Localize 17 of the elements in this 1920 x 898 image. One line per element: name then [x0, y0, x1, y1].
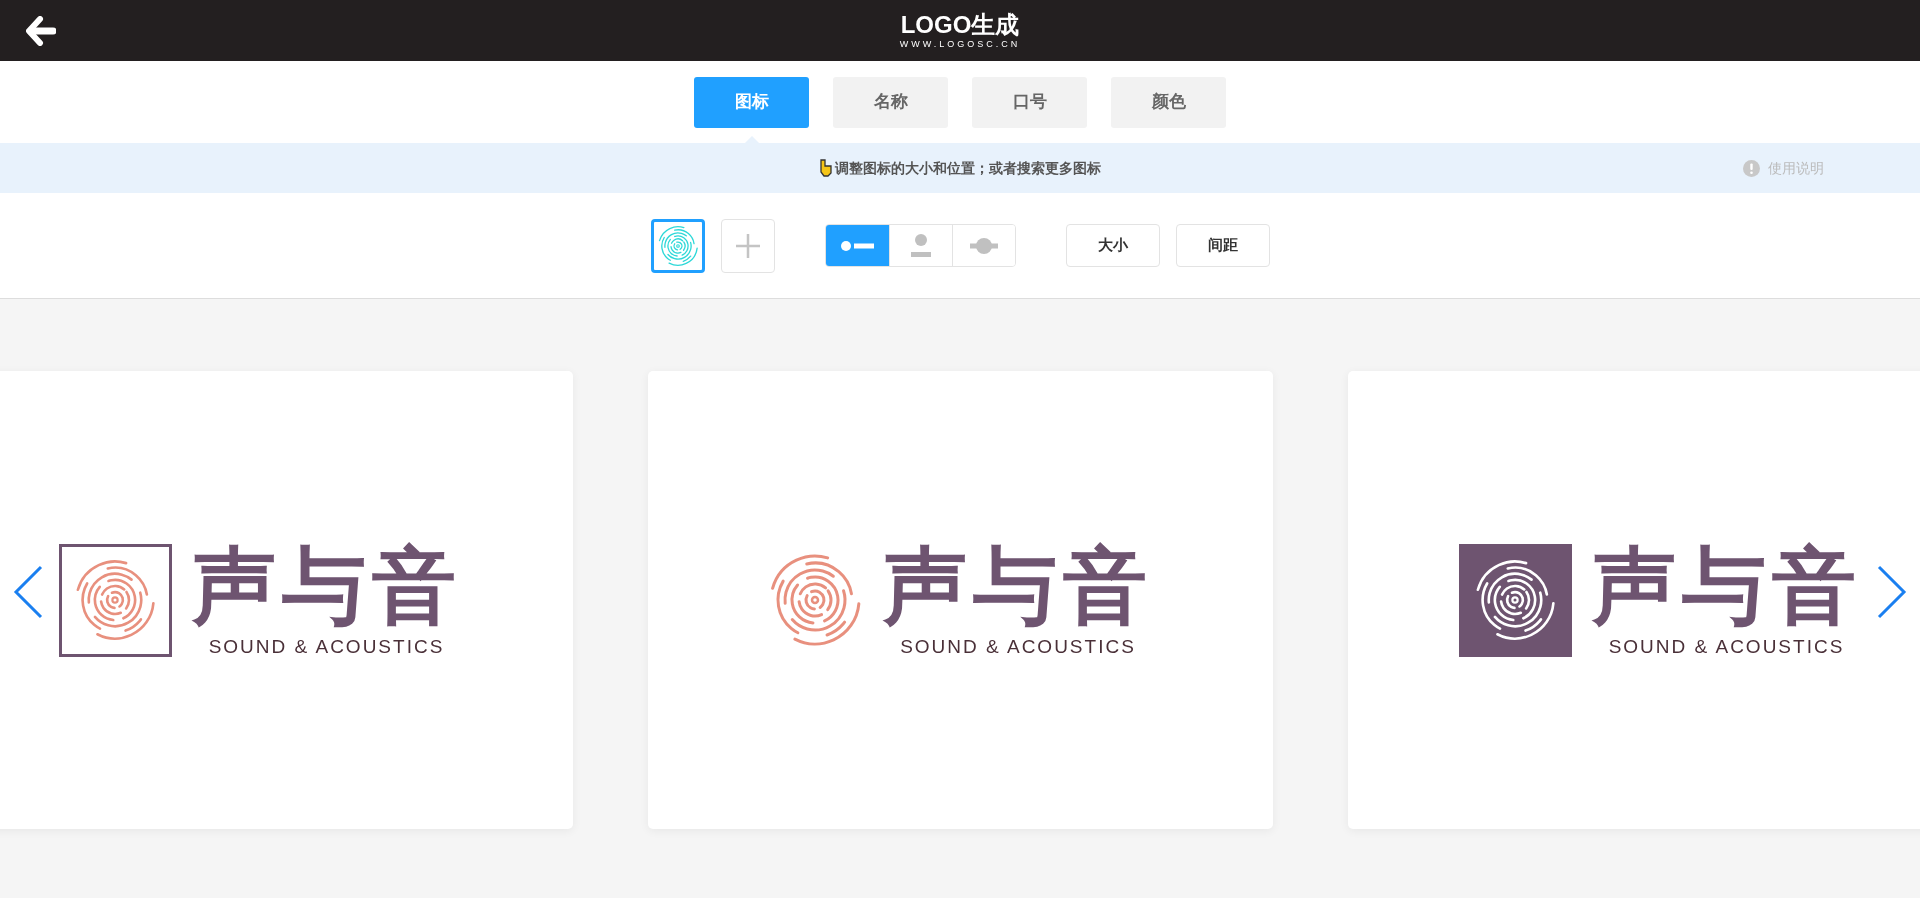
- site-url: WWW.LOGOSC.CN: [899, 37, 1021, 50]
- brand-tagline: SOUND & ACOUSTICS: [1608, 635, 1845, 659]
- step-tab[interactable]: 口号: [972, 76, 1087, 128]
- brand-name: 声与音: [191, 541, 462, 631]
- logo-preview-card[interactable]: 声与音 SOUND & ACOUSTICS: [1347, 371, 1920, 829]
- logo-preview-card[interactable]: 声与音 SOUND & ACOUSTICS: [647, 371, 1273, 829]
- step-tab[interactable]: 颜色: [1111, 76, 1226, 128]
- brand-name: 声与音: [1591, 541, 1862, 631]
- adjust-button[interactable]: 间距: [1175, 224, 1270, 267]
- adjust-button[interactable]: 大小: [1065, 224, 1160, 267]
- site-logo: LOGO生成: [900, 11, 1020, 38]
- brand-name: 声与音: [883, 541, 1153, 631]
- brand-tagline: SOUND & ACOUSTICS: [208, 635, 445, 659]
- logo-preview-card[interactable]: 声与音 SOUND & ACOUSTICS: [0, 371, 573, 829]
- hint-text: 调整图标的大小和位置；或者搜索更多图标: [835, 158, 1101, 178]
- brand-tagline: SOUND & ACOUSTICS: [900, 635, 1136, 659]
- step-tab[interactable]: 名称: [833, 76, 948, 128]
